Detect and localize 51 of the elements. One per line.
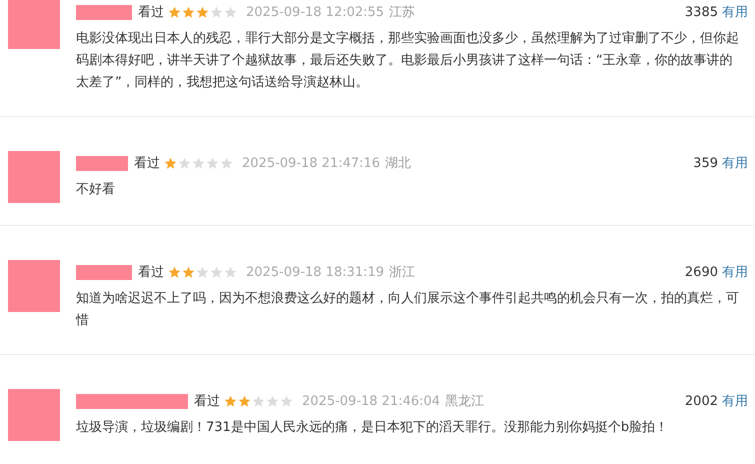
star-icon [224,394,237,408]
star-icon [196,6,209,18]
redacted-username [76,264,132,280]
star-icon [210,6,223,18]
useful-link[interactable]: 有用 [722,263,748,281]
star-icon [252,394,265,408]
vote-count: 2002 [684,394,718,408]
useful-link[interactable]: 有用 [722,3,748,21]
star-icon [266,394,279,408]
review-time: 2025-09-18 18:31:19 [246,264,384,280]
review-text: 电影没体现出日本人的残忍，罪行大部分是文字概括，那些实验画面也没多少，虽然理解为了过审删了不少，但你起码剧本得好吧，讲半天讲了个越狱故事，最后还失败了。电影最后小男孩讲了这样一句话：“王永章，你的故事讲的太差了”，同样的，我想把这句话送给导演赵林山。 [76,30,740,92]
redacted-username [76,4,132,20]
avatar-placeholder [8,0,60,49]
star-icon [178,156,191,170]
star-icon [206,156,219,170]
avatar-placeholder [8,260,60,312]
review-location: 黑龙江 [445,393,484,410]
avatar-placeholder [8,151,60,203]
redacted-username [76,156,128,170]
useful-link[interactable]: 有用 [722,392,748,410]
review-time: 2025-09-18 21:46:04 [302,394,440,408]
review-text: 不好看 [76,181,116,199]
watch-status: 看过 [134,155,160,172]
star-icon [280,394,293,408]
avatar-placeholder [8,389,60,441]
review-time: 2025-09-18 12:02:55 [246,4,384,20]
review-location: 江苏 [389,4,416,21]
star-icon [164,156,177,170]
star-icon [182,266,195,278]
useful-link[interactable]: 有用 [722,154,748,172]
star-icon [220,156,233,170]
star-icon [182,6,195,18]
watch-status: 看过 [138,264,164,281]
star-icon [196,266,209,278]
watch-status: 看过 [194,393,220,410]
star-icon [210,266,223,278]
review-text: 知道为啥迟迟不上了吗，因为不想浪费这么好的题材，向人们展示这个事件引起共鸣的机会只有一次，拍的真烂，可惜 [76,290,740,330]
vote-count: 3385 [684,4,718,20]
star-icon [192,156,205,170]
star-icon [168,6,181,18]
review-text: 垃圾导演，垃圾编剧！731是中国人民永远的痛，是日本犯下的滔天罪行。没那能力别你妈挺个b脸拍！ [76,419,670,437]
watch-status: 看过 [138,4,164,21]
review-location: 浙江 [389,264,416,281]
star-icon [224,6,237,18]
vote-count: 2690 [684,264,718,280]
vote-count: 359 [693,156,718,170]
star-icon [238,394,251,408]
star-icon [168,266,181,278]
review-location: 湖北 [385,155,412,172]
star-icon [224,266,237,278]
review-time: 2025-09-18 21:47:16 [242,156,380,170]
